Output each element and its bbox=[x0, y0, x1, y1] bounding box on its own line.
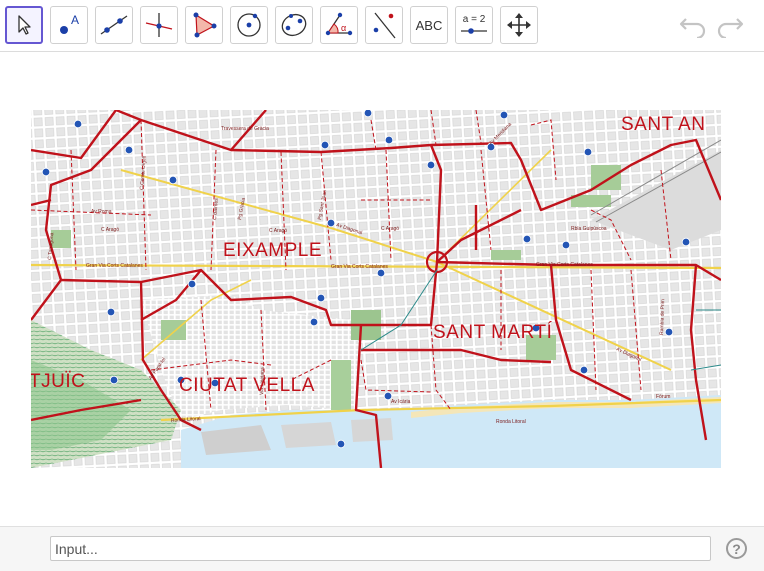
street-label-rambla-prim: Rambla de Prim bbox=[659, 299, 666, 335]
help-icon: ? bbox=[732, 540, 741, 557]
angle-tool-button[interactable]: α bbox=[320, 6, 358, 44]
street-label-forum: Fòrum bbox=[656, 394, 670, 400]
street-label-arago-3: C Aragó bbox=[381, 226, 399, 232]
polygon-tool-button[interactable] bbox=[185, 6, 223, 44]
street-label-roma: Av Roma bbox=[91, 209, 112, 215]
polygon-icon bbox=[193, 12, 217, 38]
street-label-ronda-litoral-2: Ronda Litoral bbox=[496, 419, 526, 425]
reflect-tool-button[interactable] bbox=[365, 6, 403, 44]
ellipse-icon bbox=[281, 13, 307, 37]
undo-icon bbox=[679, 18, 706, 38]
street-label-arago-1: C Aragó bbox=[101, 227, 119, 233]
point-tool-button[interactable]: A bbox=[50, 6, 88, 44]
point-icon: A bbox=[60, 13, 79, 34]
district-label-montjuic: TJUÏC bbox=[31, 371, 85, 392]
redo-button[interactable] bbox=[714, 12, 746, 40]
district-label-eixample: EIXAMPLE bbox=[223, 240, 322, 261]
circle-center-icon bbox=[237, 13, 261, 37]
line-tool-button[interactable] bbox=[95, 6, 133, 44]
angle-icon-label: α bbox=[341, 23, 346, 33]
line-icon bbox=[100, 15, 128, 35]
undo-button[interactable] bbox=[677, 12, 709, 40]
street-label-gran-via-1: Gran Via Corts Catalanes bbox=[86, 263, 143, 269]
cursor-arrow-icon bbox=[18, 15, 31, 35]
text-icon: ABC bbox=[415, 17, 443, 33]
circle-tool-button[interactable] bbox=[230, 6, 268, 44]
district-label-sant-andreu: SANT AN bbox=[621, 114, 705, 135]
perpendicular-tool-button[interactable] bbox=[140, 6, 178, 44]
toolbar: A α ABC a = 2 bbox=[0, 0, 764, 52]
move-view-tool-button[interactable] bbox=[500, 6, 538, 44]
angle-icon: α bbox=[325, 12, 353, 36]
street-label-gran-via-3: Gran Via Corts Catalanes bbox=[536, 262, 593, 268]
reflect-about-line-icon bbox=[373, 12, 396, 39]
text-tool-button[interactable]: ABC bbox=[410, 6, 448, 44]
district-label-sant-marti: SANT MARTÍ bbox=[433, 322, 553, 343]
redo-icon bbox=[717, 18, 744, 38]
street-label-travessera: Travessera de Gràcia bbox=[221, 126, 269, 132]
map-image: C Aragó C Aragó C Aragó Gran Via Corts C… bbox=[31, 110, 721, 468]
slider-tool-button[interactable]: a = 2 bbox=[455, 6, 493, 44]
slider-icon-label: a = 2 bbox=[463, 14, 486, 25]
input-bar: ? bbox=[0, 526, 764, 571]
point-icon-label: A bbox=[71, 13, 79, 27]
move-tool-button[interactable] bbox=[5, 6, 43, 44]
move-graphics-view-icon bbox=[507, 13, 531, 37]
help-button[interactable]: ? bbox=[726, 538, 747, 559]
algebra-input-field[interactable] bbox=[50, 536, 711, 561]
perpendicular-line-icon bbox=[145, 13, 173, 37]
street-label-gran-via-2: Gran Via Corts Catalanes bbox=[331, 264, 388, 270]
conic-tool-button[interactable] bbox=[275, 6, 313, 44]
barcelona-district-map[interactable]: C Aragó C Aragó C Aragó Gran Via Corts C… bbox=[31, 110, 721, 468]
graphics-view[interactable]: C Aragó C Aragó C Aragó Gran Via Corts C… bbox=[0, 52, 764, 526]
street-label-arago-2: C Aragó bbox=[269, 228, 287, 234]
slider-icon: a = 2 bbox=[461, 14, 487, 34]
street-label-icaria: Av Icària bbox=[391, 399, 411, 405]
street-label-guipuscoa: Rbla Guipúscoa bbox=[571, 226, 607, 232]
district-label-ciutat-vella: CIUTAT VELLA bbox=[179, 375, 315, 396]
